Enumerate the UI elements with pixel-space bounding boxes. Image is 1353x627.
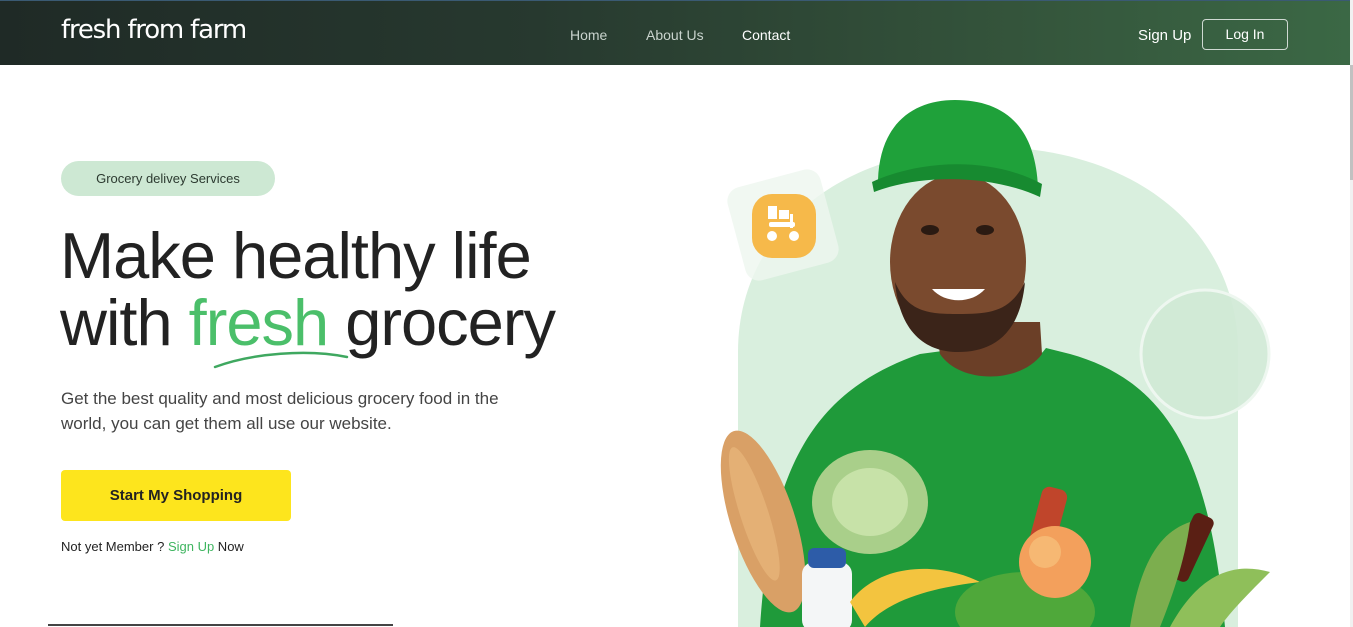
nav-contact[interactable]: Contact <box>742 27 790 43</box>
member-prompt: Not yet Member ? Sign Up Now <box>61 539 244 554</box>
headline-with: with <box>60 286 189 359</box>
brand-logo[interactable]: fresh from farm <box>61 15 247 45</box>
highlight-underline <box>213 351 349 369</box>
login-button[interactable]: Log In <box>1202 19 1288 50</box>
member-prefix: Not yet Member ? <box>61 539 168 554</box>
hero-headline: Make healthy life with fresh grocery <box>60 219 556 359</box>
headline-end: grocery <box>328 286 556 359</box>
headline-line1: Make healthy life <box>60 219 532 292</box>
hero-description: Get the best quality and most delicious … <box>61 389 499 433</box>
service-badge: Grocery delivey Services <box>61 161 275 196</box>
start-shopping-button[interactable]: Start My Shopping <box>61 470 291 521</box>
hero-illustration <box>690 92 1290 627</box>
signup-link[interactable]: Sign Up <box>1138 27 1191 44</box>
bottom-divider <box>48 624 393 626</box>
nav-home[interactable]: Home <box>570 27 607 43</box>
nav-about-us[interactable]: About Us <box>646 27 704 43</box>
member-suffix: Now <box>214 539 244 554</box>
navbar: fresh from farm Home About Us Contact Si… <box>0 0 1350 65</box>
member-signup-link[interactable]: Sign Up <box>168 539 214 554</box>
